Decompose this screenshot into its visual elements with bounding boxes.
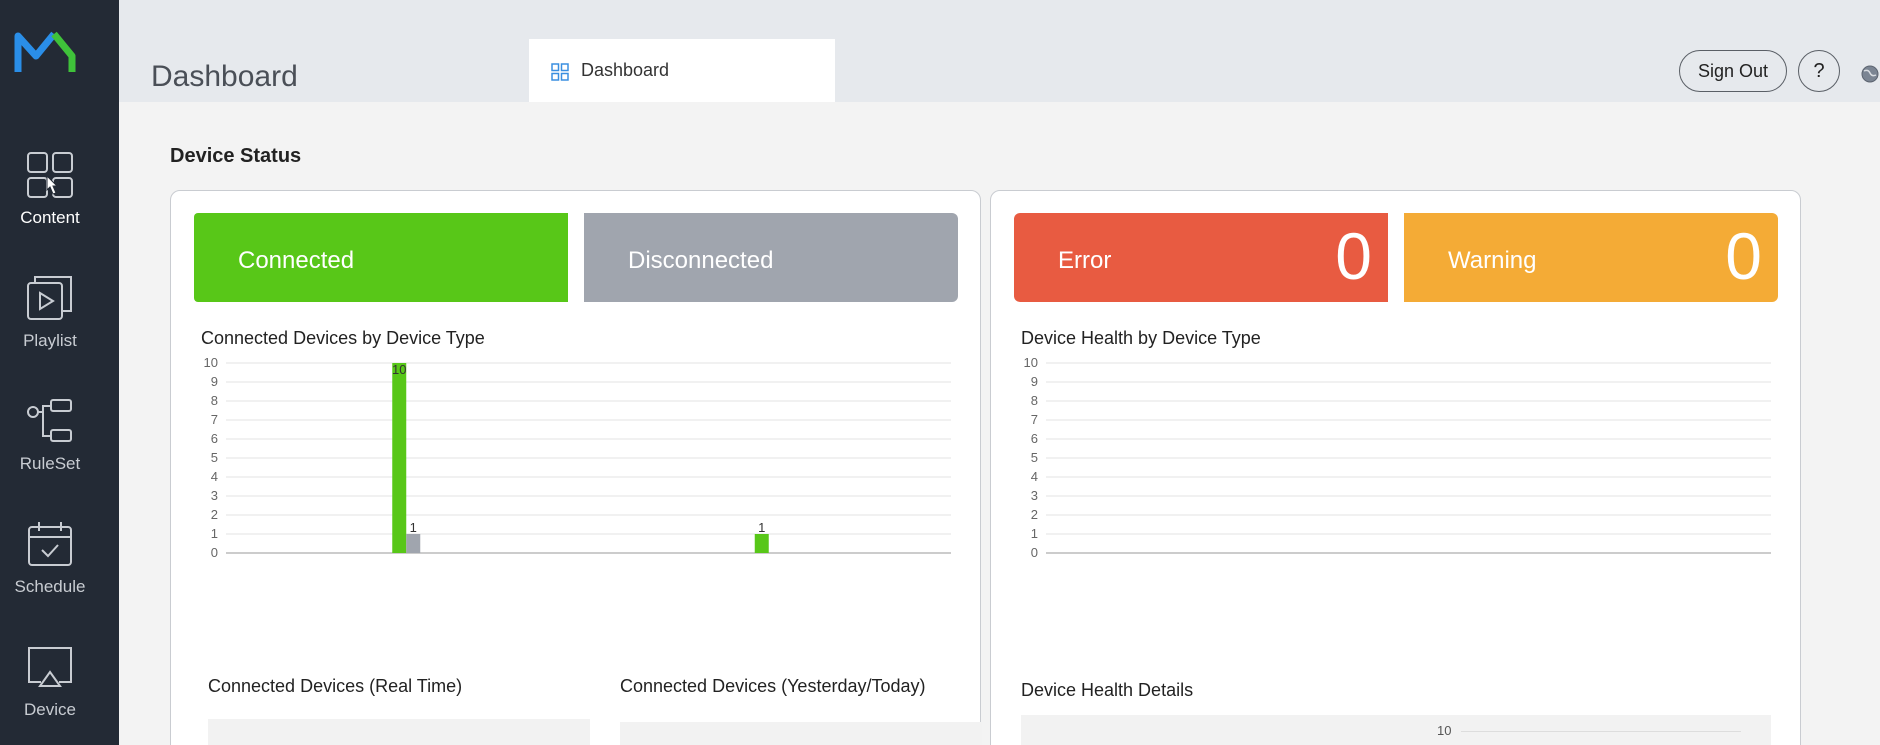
dashboard-grid-icon bbox=[551, 63, 569, 81]
sidebar-item-device[interactable]: Device bbox=[0, 642, 119, 745]
disconnected-card[interactable]: Disconnected bbox=[584, 213, 958, 302]
sidebar-item-playlist[interactable]: Playlist bbox=[0, 273, 119, 393]
connected-panel: Connected Disconnected Connected Devices… bbox=[170, 190, 982, 745]
y-tick-label: 9 bbox=[1031, 374, 1038, 389]
y-tick-label: 2 bbox=[211, 507, 218, 522]
content-grid-icon bbox=[27, 152, 73, 198]
data-label: 1 bbox=[410, 520, 417, 535]
page-title: Dashboard bbox=[151, 60, 298, 93]
help-button[interactable]: ? bbox=[1798, 50, 1840, 92]
y-tick-label: 7 bbox=[1031, 412, 1038, 427]
yesterday-title: Connected Devices (Yesterday/Today) bbox=[620, 676, 926, 696]
y-tick-label: 0 bbox=[211, 545, 218, 560]
y-tick-label: 5 bbox=[1031, 450, 1038, 465]
y-tick-label: 5 bbox=[211, 450, 218, 465]
sidebar-item-schedule[interactable]: Schedule bbox=[0, 519, 119, 639]
connected-label: Connected bbox=[238, 247, 355, 274]
health-details-chart: 10 bbox=[1021, 715, 1771, 745]
chart-title: Device Health by Device Type bbox=[1021, 328, 1261, 348]
warning-card[interactable]: Warning 0 bbox=[1404, 213, 1778, 302]
sidebar-item-label: Content bbox=[20, 208, 80, 227]
sidebar: Content Playlist RuleSet Schedule Device bbox=[0, 0, 119, 745]
y-tick-label: 7 bbox=[211, 412, 218, 427]
yesterday-chart bbox=[620, 722, 982, 745]
device-icon bbox=[28, 647, 72, 687]
bar bbox=[406, 534, 421, 553]
realtime-chart bbox=[208, 719, 590, 745]
bar bbox=[754, 534, 769, 553]
y-tick-label: 3 bbox=[211, 488, 218, 503]
y-tick-label: 4 bbox=[211, 469, 218, 484]
error-label: Error bbox=[1058, 247, 1112, 274]
chart-title: Connected Devices by Device Type bbox=[201, 328, 485, 348]
y-tick-label: 1 bbox=[211, 526, 218, 541]
health-panel: Error 0 Warning 0 Device Health by Devic… bbox=[990, 190, 1801, 745]
sidebar-item-label: RuleSet bbox=[19, 454, 81, 473]
health-details-gridline bbox=[1461, 731, 1741, 732]
globe-icon[interactable] bbox=[1860, 64, 1880, 84]
app-logo-icon[interactable] bbox=[14, 28, 82, 76]
y-tick-label: 4 bbox=[1031, 469, 1038, 484]
connected-card[interactable]: Connected bbox=[194, 213, 568, 302]
y-tick-label: 3 bbox=[1031, 488, 1038, 503]
y-tick-label: 10 bbox=[1024, 355, 1038, 370]
warning-count: 0 bbox=[1725, 219, 1762, 293]
health-details-tick: 10 bbox=[1437, 723, 1452, 738]
schedule-icon bbox=[28, 522, 72, 566]
realtime-title: Connected Devices (Real Time) bbox=[208, 676, 463, 696]
data-label: 10 bbox=[392, 362, 406, 377]
ruleset-icon bbox=[27, 399, 72, 442]
playlist-icon bbox=[27, 276, 72, 320]
warning-label: Warning bbox=[1448, 247, 1537, 274]
sidebar-item-label: Schedule bbox=[14, 577, 86, 596]
sign-out-button[interactable]: Sign Out bbox=[1679, 50, 1787, 92]
error-card[interactable]: Error 0 bbox=[1014, 213, 1388, 302]
disconnected-label: Disconnected bbox=[628, 247, 774, 274]
connected-bar-chart: 012345678910S Player101W Player1 bbox=[204, 355, 951, 560]
y-tick-label: 1 bbox=[1031, 526, 1038, 541]
tab-dashboard[interactable]: Dashboard bbox=[529, 39, 835, 102]
y-tick-label: 2 bbox=[1031, 507, 1038, 522]
health-bar-chart: 012345678910S PlayerW Player bbox=[1024, 355, 1771, 560]
y-tick-label: 8 bbox=[211, 393, 218, 408]
header: Dashboard Dashboard Sign Out ? bbox=[119, 0, 1880, 102]
tab-label: Dashboard bbox=[581, 60, 670, 80]
y-tick-label: 8 bbox=[1031, 393, 1038, 408]
section-title: Device Status bbox=[170, 145, 302, 167]
health-details-title: Device Health Details bbox=[1021, 680, 1194, 700]
sidebar-item-label: Device bbox=[24, 700, 76, 719]
sidebar-item-ruleset[interactable]: RuleSet bbox=[0, 396, 119, 516]
y-tick-label: 9 bbox=[211, 374, 218, 389]
data-label: 1 bbox=[758, 520, 765, 535]
error-count: 0 bbox=[1335, 219, 1372, 293]
y-tick-label: 10 bbox=[204, 355, 218, 370]
sidebar-item-content[interactable]: Content bbox=[0, 150, 119, 270]
y-tick-label: 6 bbox=[1031, 431, 1038, 446]
bar bbox=[392, 363, 407, 553]
sidebar-item-label: Playlist bbox=[23, 331, 77, 350]
y-tick-label: 6 bbox=[211, 431, 218, 446]
y-tick-label: 0 bbox=[1031, 545, 1038, 560]
